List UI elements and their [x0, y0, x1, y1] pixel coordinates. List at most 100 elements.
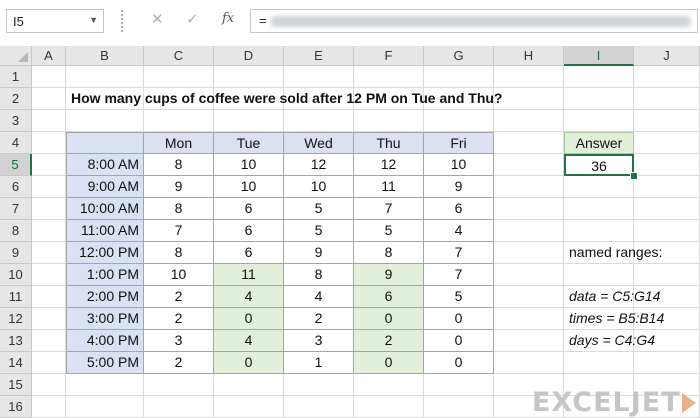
data-cell[interactable]: 4: [214, 286, 284, 308]
data-cell[interactable]: 11: [214, 264, 284, 286]
data-cell[interactable]: 8: [144, 154, 214, 176]
column-header-c[interactable]: C: [144, 46, 214, 66]
data-cell[interactable]: 9: [424, 176, 494, 198]
data-cell[interactable]: 7: [424, 264, 494, 286]
chevron-down-icon[interactable]: ▼: [89, 15, 98, 25]
data-cell[interactable]: 6: [214, 220, 284, 242]
data-cell[interactable]: 2: [284, 308, 354, 330]
data-cell[interactable]: 9: [284, 242, 354, 264]
data-cell[interactable]: 6: [214, 242, 284, 264]
data-cell[interactable]: 7: [354, 198, 424, 220]
data-cell[interactable]: 2: [144, 286, 214, 308]
data-cell[interactable]: 12: [354, 154, 424, 176]
data-cell[interactable]: 5: [424, 286, 494, 308]
select-all-button[interactable]: [0, 46, 32, 66]
data-cell[interactable]: 8: [144, 242, 214, 264]
data-cell[interactable]: 0: [424, 330, 494, 352]
row-header-5[interactable]: 5: [0, 154, 32, 176]
column-header-f[interactable]: F: [354, 46, 424, 66]
data-cell[interactable]: 0: [424, 308, 494, 330]
column-header-i[interactable]: I: [564, 46, 634, 66]
row-header-2[interactable]: 2: [0, 88, 32, 110]
row-header-12[interactable]: 12: [0, 308, 32, 330]
data-cell[interactable]: 0: [214, 308, 284, 330]
data-cell[interactable]: 5: [284, 198, 354, 220]
data-cell[interactable]: 12: [284, 154, 354, 176]
row-header-4[interactable]: 4: [0, 132, 32, 154]
data-cell[interactable]: 0: [424, 352, 494, 374]
row-header-10[interactable]: 10: [0, 264, 32, 286]
data-cell[interactable]: 7: [424, 242, 494, 264]
time-label[interactable]: 10:00 AM: [66, 198, 144, 220]
time-label[interactable]: 2:00 PM: [66, 286, 144, 308]
data-cell[interactable]: 1: [284, 352, 354, 374]
answer-value[interactable]: 36: [564, 154, 634, 176]
row-header-9[interactable]: 9: [0, 242, 32, 264]
data-cell[interactable]: 10: [284, 176, 354, 198]
formula-input[interactable]: =: [250, 9, 698, 33]
data-cell[interactable]: 5: [354, 220, 424, 242]
column-header-j[interactable]: J: [634, 46, 700, 66]
time-label[interactable]: 1:00 PM: [66, 264, 144, 286]
data-cell[interactable]: 10: [214, 176, 284, 198]
column-header-a[interactable]: A: [32, 46, 66, 66]
column-header-e[interactable]: E: [284, 46, 354, 66]
row-header-7[interactable]: 7: [0, 198, 32, 220]
data-cell[interactable]: 8: [354, 242, 424, 264]
data-cell[interactable]: 0: [354, 308, 424, 330]
data-cell[interactable]: 4: [284, 286, 354, 308]
row-header-6[interactable]: 6: [0, 176, 32, 198]
data-cell[interactable]: 2: [354, 330, 424, 352]
day-header-mon[interactable]: Mon: [144, 132, 214, 154]
data-cell[interactable]: 3: [144, 330, 214, 352]
row-header-15[interactable]: 15: [0, 374, 32, 396]
time-label[interactable]: 3:00 PM: [66, 308, 144, 330]
row-header-1[interactable]: 1: [0, 66, 32, 88]
fill-handle[interactable]: [630, 172, 638, 180]
data-cell[interactable]: 10: [144, 264, 214, 286]
column-header-d[interactable]: D: [214, 46, 284, 66]
data-cell[interactable]: 4: [214, 330, 284, 352]
table-corner-cell[interactable]: [66, 132, 144, 154]
data-cell[interactable]: 10: [424, 154, 494, 176]
time-label[interactable]: 12:00 PM: [66, 242, 144, 264]
column-header-g[interactable]: G: [424, 46, 494, 66]
data-cell[interactable]: 9: [354, 264, 424, 286]
data-cell[interactable]: 10: [214, 154, 284, 176]
time-label[interactable]: 5:00 PM: [66, 352, 144, 374]
time-label[interactable]: 9:00 AM: [66, 176, 144, 198]
data-cell[interactable]: 6: [214, 198, 284, 220]
day-header-fri[interactable]: Fri: [424, 132, 494, 154]
data-cell[interactable]: 0: [354, 352, 424, 374]
day-header-wed[interactable]: Wed: [284, 132, 354, 154]
data-cell[interactable]: 7: [144, 220, 214, 242]
row-header-16[interactable]: 16: [0, 396, 32, 418]
data-cell[interactable]: 11: [354, 176, 424, 198]
enter-icon[interactable]: ✓: [186, 10, 199, 28]
data-cell[interactable]: 9: [144, 176, 214, 198]
day-header-thu[interactable]: Thu: [354, 132, 424, 154]
data-cell[interactable]: 0: [214, 352, 284, 374]
data-cell[interactable]: 8: [144, 198, 214, 220]
cancel-icon[interactable]: ✕: [151, 10, 164, 28]
name-box[interactable]: I5 ▼: [6, 9, 104, 33]
row-header-13[interactable]: 13: [0, 330, 32, 352]
data-cell[interactable]: 4: [424, 220, 494, 242]
row-header-8[interactable]: 8: [0, 220, 32, 242]
data-cell[interactable]: 2: [144, 352, 214, 374]
time-label[interactable]: 11:00 AM: [66, 220, 144, 242]
data-cell[interactable]: 2: [144, 308, 214, 330]
data-cell[interactable]: 3: [284, 330, 354, 352]
time-label[interactable]: 8:00 AM: [66, 154, 144, 176]
worksheet-grid[interactable]: A B C D E F G H I J 1 2 3 4 5 6 7 8 9 10 11 12 13 14 15 16 How ma…: [0, 46, 700, 418]
data-cell[interactable]: 8: [284, 264, 354, 286]
column-header-h[interactable]: H: [494, 46, 564, 66]
data-cell[interactable]: 5: [284, 220, 354, 242]
row-header-14[interactable]: 14: [0, 352, 32, 374]
day-header-tue[interactable]: Tue: [214, 132, 284, 154]
data-cell[interactable]: 6: [424, 198, 494, 220]
insert-function-icon[interactable]: fx: [222, 11, 234, 26]
time-label[interactable]: 4:00 PM: [66, 330, 144, 352]
column-header-b[interactable]: B: [66, 46, 144, 66]
data-cell[interactable]: 6: [354, 286, 424, 308]
